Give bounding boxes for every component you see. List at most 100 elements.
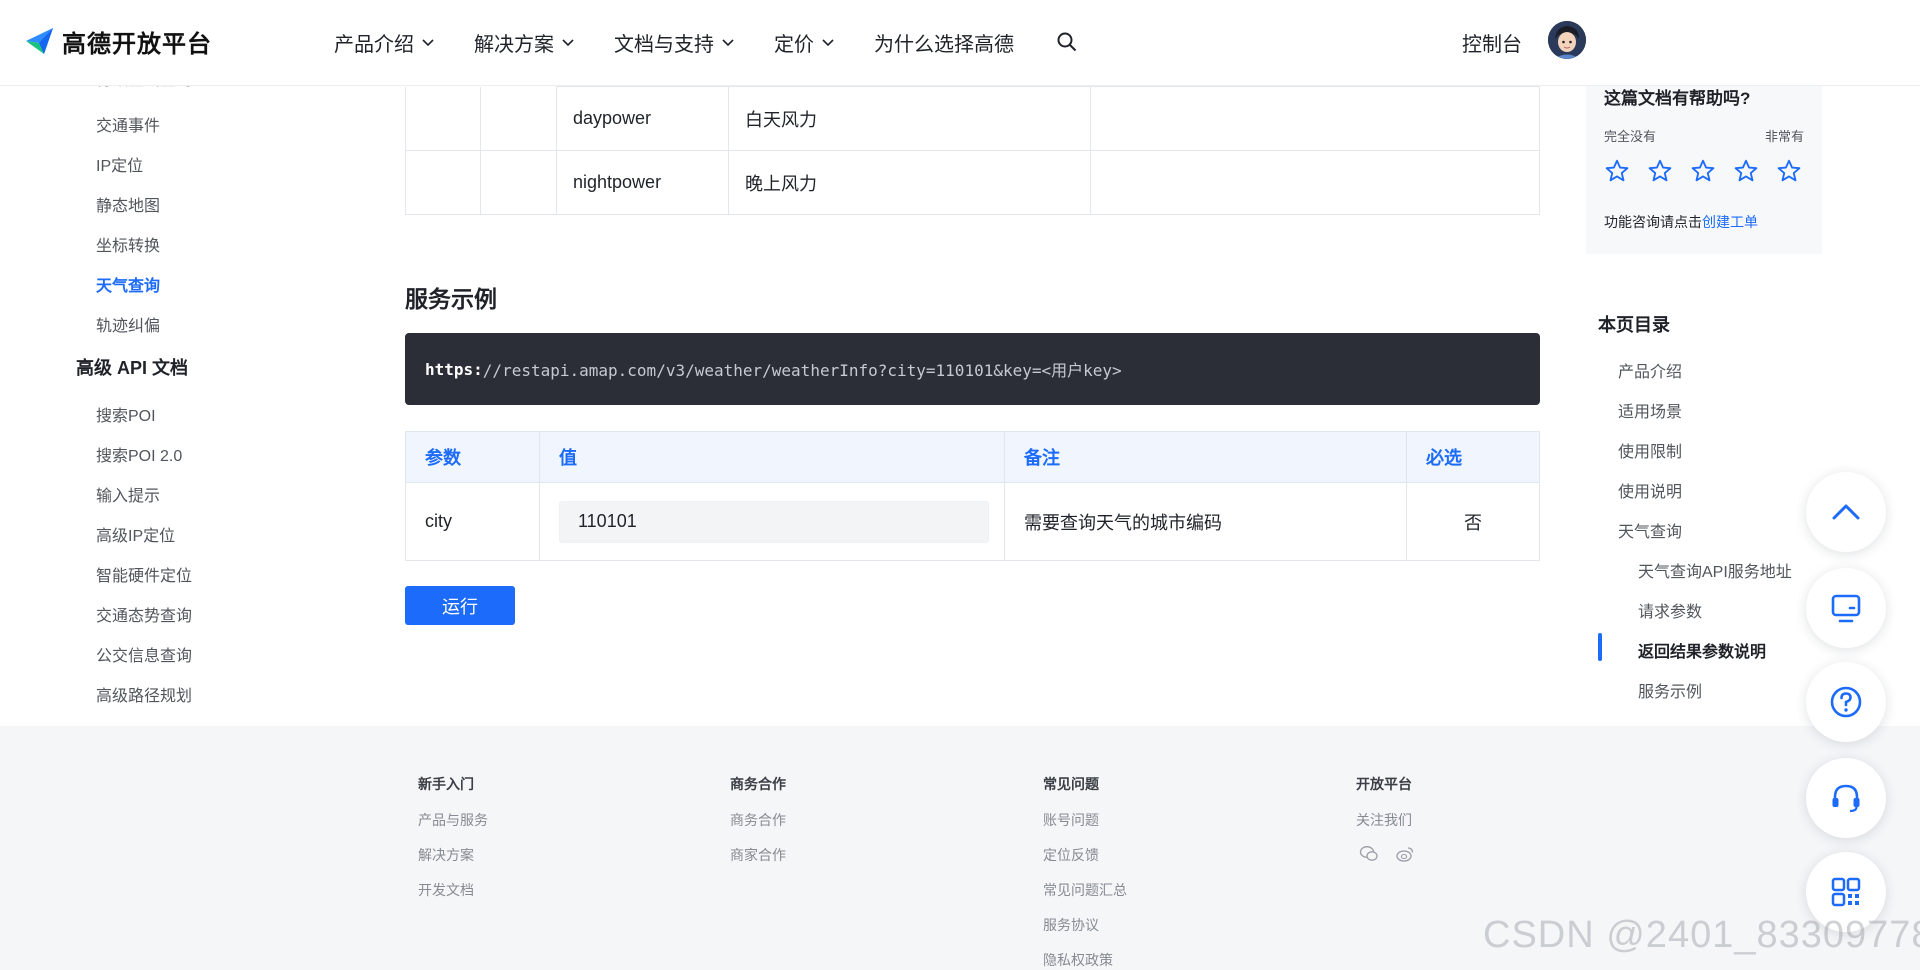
toc-item-return-params[interactable]: 返回结果参数说明 <box>1638 638 1766 662</box>
help-icon <box>1830 686 1862 718</box>
nav-label: 产品介绍 <box>334 33 414 56</box>
column-header-value: 值 <box>539 431 1005 483</box>
required-cell: 否 <box>1406 482 1540 561</box>
chevron-down-icon <box>722 39 734 47</box>
city-value-input[interactable] <box>559 500 989 543</box>
wechat-icon[interactable] <box>1359 844 1379 864</box>
footer-link-follow-us[interactable]: 关注我们 <box>1356 810 1412 830</box>
customer-service-button[interactable] <box>1806 758 1886 838</box>
sidebar-item-transit-info[interactable]: 公交信息查询 <box>96 642 192 666</box>
table-cell <box>405 86 481 151</box>
csdn-watermark: CSDN @2401_83309778 <box>1483 914 1920 956</box>
url-path: //restapi.amap.com/v3/weather/weatherInf… <box>482 361 1122 380</box>
toc-item-usage[interactable]: 使用说明 <box>1618 478 1682 502</box>
footer-heading-getting-started: 新手入门 <box>418 776 474 792</box>
sidebar-item-search-poi-2[interactable]: 搜索POI 2.0 <box>96 442 182 466</box>
table-cell <box>480 150 557 215</box>
url-protocol: https: <box>425 359 483 379</box>
sidebar-item-static-map[interactable]: 静态地图 <box>96 192 160 216</box>
toc-item-api-address[interactable]: 天气查询API服务地址 <box>1638 558 1792 582</box>
footer-link-business-coop[interactable]: 商务合作 <box>730 810 786 830</box>
footer-link-service-agreement[interactable]: 服务协议 <box>1043 915 1099 935</box>
monitor-icon <box>1831 594 1861 623</box>
doc-feedback-panel: 这篇文档有帮助吗? 完全没有 非常有 功能咨询请点击创建工单 <box>1586 70 1822 254</box>
toc-title: 本页目录 <box>1598 315 1670 335</box>
toc-item-request-params[interactable]: 请求参数 <box>1638 598 1702 622</box>
star-icon[interactable] <box>1647 158 1673 184</box>
sidebar-item-coordinate-convert[interactable]: 坐标转换 <box>96 232 160 256</box>
column-header-param: 参数 <box>405 431 540 483</box>
footer-link-products[interactable]: 产品与服务 <box>418 810 488 830</box>
sidebar-item-hardware-location[interactable]: 智能硬件定位 <box>96 562 192 586</box>
nav-solutions[interactable]: 解决方案 <box>474 26 574 58</box>
nav-label: 文档与支持 <box>614 33 714 56</box>
nav-pricing[interactable]: 定价 <box>774 26 834 58</box>
search-button[interactable] <box>1054 26 1078 58</box>
sidebar-item-input-tips[interactable]: 输入提示 <box>96 482 160 506</box>
nav-products[interactable]: 产品介绍 <box>334 26 434 58</box>
table-row: daypower 白天风力 <box>405 86 1540 151</box>
doc-sidebar: 行政区域查询 交通事件 IP定位 静态地图 坐标转换 天气查询 轨迹纠偏 高级 … <box>0 70 330 725</box>
table-cell <box>480 86 557 151</box>
footer-link-solutions[interactable]: 解决方案 <box>418 845 474 865</box>
sidebar-item-traffic-status[interactable]: 交通态势查询 <box>96 602 192 626</box>
footer-heading-faq: 常见问题 <box>1043 776 1099 792</box>
weibo-icon[interactable] <box>1395 844 1415 864</box>
return-params-table: daypower 白天风力 nightpower 晚上风力 <box>405 86 1540 215</box>
main-nav: 产品介绍 解决方案 文档与支持 定价 为什么选择高德 <box>334 26 1118 58</box>
qrcode-icon <box>1831 877 1861 907</box>
toc-item-limits[interactable]: 使用限制 <box>1618 438 1682 462</box>
console-shortcut-button[interactable] <box>1806 568 1886 648</box>
help-button[interactable] <box>1806 662 1886 742</box>
footer-link-location-feedback[interactable]: 定位反馈 <box>1043 845 1099 865</box>
nav-docs[interactable]: 文档与支持 <box>614 26 734 58</box>
brand-logo[interactable]: 高德开放平台 <box>24 24 212 58</box>
headset-icon <box>1832 784 1860 813</box>
nav-label: 解决方案 <box>474 33 554 56</box>
param-cell: city <box>405 482 540 561</box>
sidebar-item-advanced-route[interactable]: 高级路径规划 <box>96 682 192 706</box>
create-ticket-link[interactable]: 创建工单 <box>1702 214 1758 230</box>
sidebar-item-search-poi[interactable]: 搜索POI <box>96 402 156 426</box>
toc-item-product-intro[interactable]: 产品介绍 <box>1618 358 1682 382</box>
request-url-code-block: https://restapi.amap.com/v3/weather/weat… <box>405 333 1540 405</box>
table-row: nightpower 晚上风力 <box>405 150 1540 215</box>
column-header-required: 必选 <box>1406 431 1540 483</box>
back-to-top-button[interactable] <box>1806 472 1886 552</box>
table-cell <box>1090 150 1540 215</box>
feedback-note: 功能咨询请点击创建工单 <box>1604 212 1758 232</box>
sidebar-item-advanced-ip[interactable]: 高级IP定位 <box>96 522 175 546</box>
sidebar-item-track-correction[interactable]: 轨迹纠偏 <box>96 312 160 336</box>
param-name-cell: daypower <box>556 86 729 151</box>
toc-active-indicator <box>1598 633 1602 661</box>
footer-link-account[interactable]: 账号问题 <box>1043 810 1099 830</box>
run-button[interactable]: 运行 <box>405 586 515 625</box>
toc-item-scenarios[interactable]: 适用场景 <box>1618 398 1682 422</box>
toc-item-service-example[interactable]: 服务示例 <box>1638 678 1702 702</box>
footer-link-merchant-coop[interactable]: 商家合作 <box>730 845 786 865</box>
note-cell: 需要查询天气的城市编码 <box>1004 482 1407 561</box>
chevron-down-icon <box>822 39 834 47</box>
rating-high-label: 非常有 <box>1764 129 1804 144</box>
star-icon[interactable] <box>1776 158 1802 184</box>
chevron-down-icon <box>562 39 574 47</box>
sidebar-item-traffic-events[interactable]: 交通事件 <box>96 112 160 136</box>
toc-item-weather-query[interactable]: 天气查询 <box>1618 518 1682 542</box>
sidebar-group-advanced-api[interactable]: 高级 API 文档 <box>76 354 188 380</box>
sidebar-item-ip-location[interactable]: IP定位 <box>96 152 143 176</box>
nav-why-amap[interactable]: 为什么选择高德 <box>874 26 1014 58</box>
star-icon[interactable] <box>1604 158 1630 184</box>
footer-link-faq-summary[interactable]: 常见问题汇总 <box>1043 880 1127 900</box>
footer-link-privacy[interactable]: 隐私权政策 <box>1043 950 1113 970</box>
nav-label: 定价 <box>774 33 814 56</box>
footer-link-dev-docs[interactable]: 开发文档 <box>418 880 474 900</box>
footer-heading-platform: 开放平台 <box>1356 776 1412 792</box>
user-avatar-icon <box>1548 21 1586 59</box>
star-icon[interactable] <box>1690 158 1716 184</box>
nav-label: 为什么选择高德 <box>874 33 1014 56</box>
sidebar-item-weather-query[interactable]: 天气查询 <box>96 272 160 296</box>
star-icon[interactable] <box>1733 158 1759 184</box>
avatar[interactable] <box>1548 21 1586 59</box>
console-link[interactable]: 控制台 <box>1462 28 1522 57</box>
service-example-table: 参数 值 备注 必选 city 需要查询天气的城市编码 否 <box>405 431 1540 561</box>
